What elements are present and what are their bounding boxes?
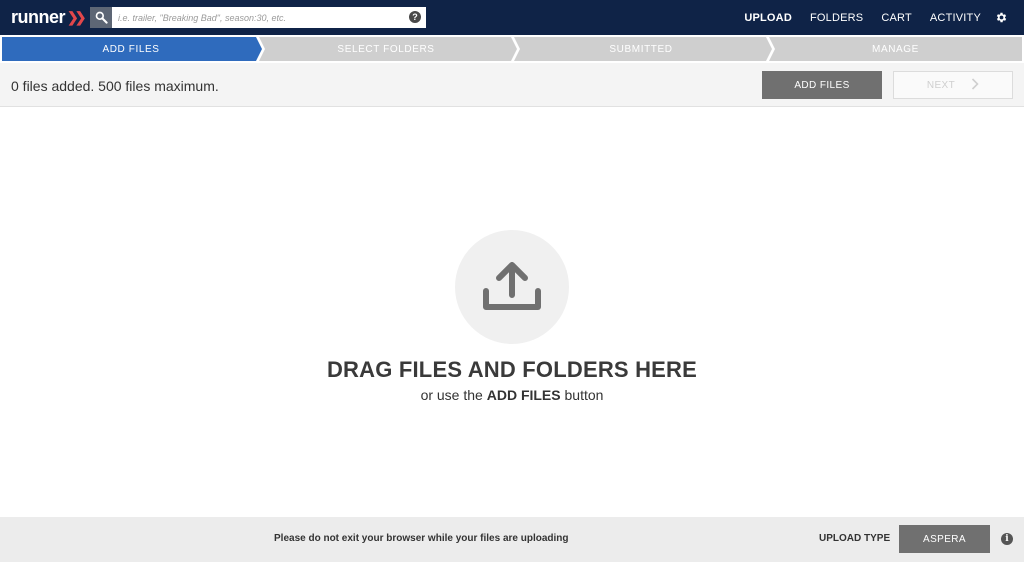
- top-nav-bar: runner ❯❯ ? UPLOAD FOLDERS CART ACTIVITY: [0, 0, 1024, 35]
- upload-stepper: ADD FILES SELECT FOLDERS SUBMITTED MANAG…: [0, 37, 1024, 61]
- runner-logo[interactable]: runner ❯❯: [11, 6, 87, 27]
- search-input[interactable]: [112, 7, 426, 28]
- nav-folders[interactable]: FOLDERS: [810, 12, 863, 24]
- next-button[interactable]: NEXT: [893, 71, 1013, 99]
- drop-zone-subtitle: or use the ADD FILES button: [0, 387, 1024, 403]
- upload-footer: Please do not exit your browser while yo…: [0, 517, 1024, 562]
- add-files-button[interactable]: ADD FILES: [762, 71, 882, 99]
- nav-cart[interactable]: CART: [881, 12, 912, 24]
- drop-zone-title: DRAG FILES AND FOLDERS HERE: [326, 357, 698, 382]
- chevron-right-icon: [971, 77, 979, 93]
- gear-icon[interactable]: [995, 11, 1008, 24]
- logo-chevron-icon: ❯❯: [67, 8, 87, 25]
- step-select-folders[interactable]: SELECT FOLDERS: [259, 37, 513, 61]
- upload-type-aspera-button[interactable]: ASPERA: [899, 525, 990, 553]
- step-submitted[interactable]: SUBMITTED: [514, 37, 768, 61]
- step-add-files[interactable]: ADD FILES: [2, 37, 260, 61]
- drop-zone-subtitle-bold: ADD FILES: [486, 387, 561, 403]
- search-field: ?: [112, 7, 426, 28]
- drop-zone-subtitle-prefix: or use the: [420, 387, 487, 403]
- next-button-label: NEXT: [926, 79, 956, 91]
- nav-upload[interactable]: UPLOAD: [744, 12, 792, 24]
- info-icon[interactable]: i: [1001, 533, 1013, 545]
- help-icon-label: ?: [412, 12, 418, 22]
- main-nav: UPLOAD FOLDERS CART ACTIVITY: [726, 0, 1008, 35]
- nav-activity[interactable]: ACTIVITY: [930, 12, 981, 24]
- file-toolbar: 0 files added. 500 files maximum. ADD FI…: [0, 63, 1024, 107]
- step-manage[interactable]: MANAGE: [769, 37, 1022, 61]
- help-icon[interactable]: ?: [409, 11, 421, 23]
- file-drop-zone[interactable]: DRAG FILES AND FOLDERS HERE or use the A…: [0, 108, 1024, 516]
- add-files-button-label: ADD FILES: [794, 79, 850, 91]
- info-icon-label: i: [1005, 534, 1009, 544]
- upload-type-value: ASPERA: [923, 533, 966, 545]
- search-icon[interactable]: [90, 7, 112, 28]
- upload-warning-text: Please do not exit your browser while yo…: [274, 533, 569, 544]
- logo-text: runner: [11, 6, 66, 27]
- upload-type-label: UPLOAD TYPE: [819, 533, 891, 544]
- upload-icon: [455, 230, 569, 344]
- file-count-text: 0 files added. 500 files maximum.: [11, 78, 219, 94]
- drop-zone-subtitle-suffix: button: [560, 387, 604, 403]
